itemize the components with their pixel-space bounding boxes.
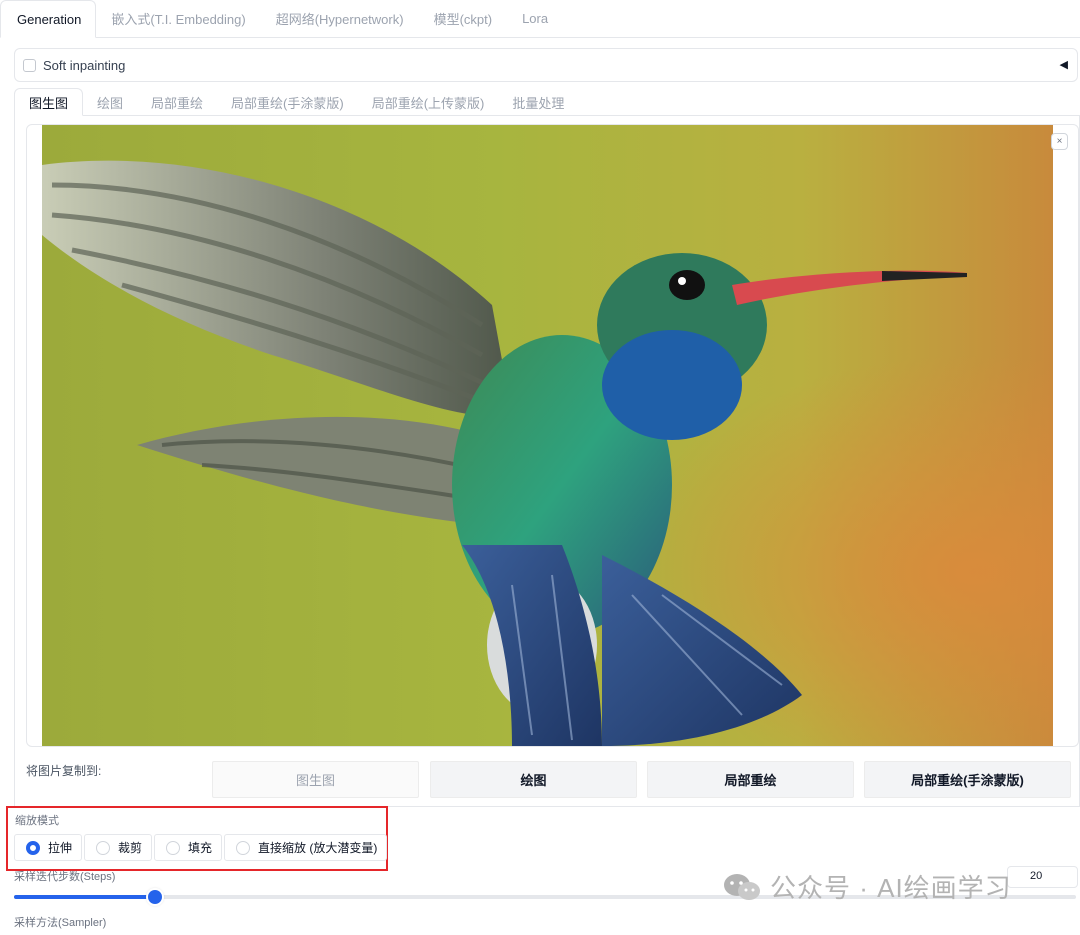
tab-img2img[interactable]: 图生图: [14, 88, 84, 116]
triangle-left-icon[interactable]: ◀: [1060, 58, 1068, 71]
wechat-watermark: 公众号 · AI绘画学习: [722, 868, 1012, 905]
tab-checkpoint[interactable]: 模型(ckpt): [419, 0, 508, 37]
resize-mode-fill[interactable]: 填充: [154, 834, 223, 861]
resize-mode-option-label: 直接缩放 (放大潜变量): [258, 841, 378, 855]
steps-number-input[interactable]: 20: [1007, 866, 1078, 888]
radio-selected-icon: [26, 840, 40, 855]
hummingbird-photo: [42, 125, 1053, 746]
close-icon[interactable]: ×: [1051, 133, 1068, 150]
resize-mode-title: 缩放模式: [15, 815, 59, 827]
copy-to-inpaint-sketch-button[interactable]: 局部重绘(手涂蒙版): [864, 761, 1071, 798]
tab-batch[interactable]: 批量处理: [498, 88, 578, 116]
img2img-mode-tabs: 图生图 绘图 局部重绘 局部重绘(手涂蒙版) 局部重绘(上传蒙版) 批量处理: [14, 88, 1080, 116]
soft-inpainting-panel[interactable]: Soft inpainting ◀: [14, 48, 1078, 82]
soft-inpainting-checkbox[interactable]: [23, 58, 36, 72]
tab-sketch[interactable]: 绘图: [83, 88, 137, 116]
resize-mode-option-label: 拉伸: [48, 841, 73, 855]
copy-to-inpaint-button[interactable]: 局部重绘: [647, 761, 854, 798]
steps-slider-fill: [14, 895, 156, 899]
resize-mode-crop[interactable]: 裁剪: [84, 834, 153, 861]
radio-unselected-icon: [236, 840, 251, 855]
tab-lora[interactable]: Lora: [507, 0, 563, 37]
resize-mode-latent-upscale[interactable]: 直接缩放 (放大潜变量): [224, 834, 388, 861]
copy-image-to-row: 将图片复制到: 图生图 绘图 局部重绘 局部重绘(手涂蒙版): [26, 757, 1080, 798]
wechat-icon: [724, 873, 760, 900]
resize-mode-highlight: 缩放模式 拉伸 裁剪 填充 直接缩放 (放大潜变量): [6, 806, 388, 871]
sampler-label: 采样方法(Sampler): [14, 917, 107, 929]
tab-generation[interactable]: Generation: [0, 0, 97, 38]
copy-image-to-label: 将图片复制到:: [26, 764, 102, 778]
tab-inpaint-sketch[interactable]: 局部重绘(手涂蒙版): [217, 88, 358, 116]
steps-label: 采样迭代步数(Steps): [14, 871, 116, 883]
resize-mode-radio-group: 拉伸 裁剪 填充 直接缩放 (放大潜变量): [14, 834, 389, 861]
resize-mode-option-label: 裁剪: [118, 841, 143, 855]
resize-mode-option-label: 填充: [188, 841, 213, 855]
image-input-area[interactable]: ×: [26, 124, 1079, 747]
copy-to-img2img-button[interactable]: 图生图: [212, 761, 419, 798]
resize-mode-stretch[interactable]: 拉伸: [14, 834, 83, 861]
radio-unselected-icon: [166, 840, 181, 855]
radio-unselected-icon: [96, 840, 111, 855]
tab-hypernetwork[interactable]: 超网络(Hypernetwork): [261, 0, 419, 37]
steps-slider-handle[interactable]: [148, 890, 163, 904]
img2img-panel: × 将图片复制到: 图生图 绘图 局部重绘 局部重绘(手涂蒙版): [14, 115, 1080, 807]
tab-inpaint[interactable]: 局部重绘: [137, 88, 217, 116]
soft-inpainting-label: Soft inpainting: [43, 57, 126, 73]
tab-inpaint-upload[interactable]: 局部重绘(上传蒙版): [358, 88, 499, 116]
main-tab-bar: Generation 嵌入式(T.I. Embedding) 超网络(Hyper…: [0, 0, 1080, 38]
watermark-text: 公众号 · AI绘画学习: [770, 873, 1012, 903]
tab-ti-embedding[interactable]: 嵌入式(T.I. Embedding): [96, 0, 260, 37]
copy-to-sketch-button[interactable]: 绘图: [430, 761, 637, 798]
